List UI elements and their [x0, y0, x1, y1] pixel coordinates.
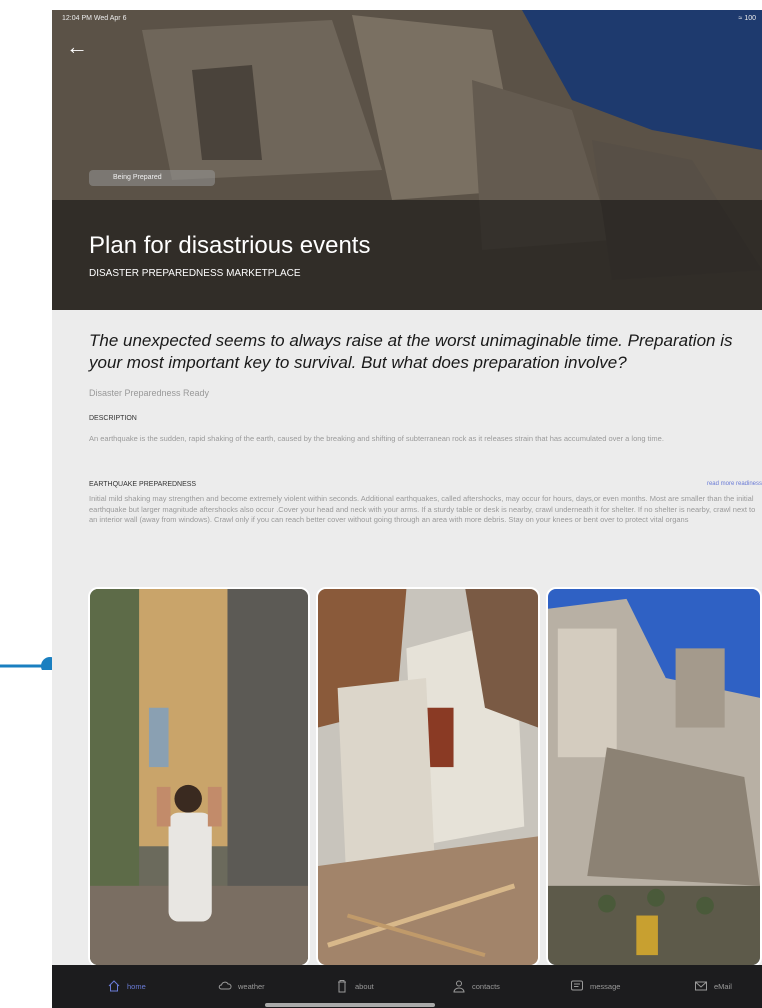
read-more-link[interactable]: read more readiness — [707, 481, 762, 487]
hero-rubble-photo — [52, 10, 762, 310]
photo-gallery — [52, 587, 762, 967]
photo-card-collapsed-building[interactable] — [316, 587, 540, 967]
page-subtitle: DISASTER PREPAREDNESS MARKETPLACE — [89, 268, 301, 279]
callout-connector — [0, 657, 59, 670]
arrow-left-icon: ← — [66, 34, 88, 59]
collapsed-building-photo — [318, 589, 538, 965]
trash-icon — [338, 980, 346, 993]
rescue-workers-photo — [548, 589, 760, 965]
hero-banner: 12:04 PM Wed Apr 6 ≈ 100 ← Being Prepare… — [52, 10, 762, 310]
earthquake-heading: EARTHQUAKE PREPAREDNESS — [89, 481, 197, 488]
person-icon — [453, 980, 465, 993]
tab-contacts[interactable]: contacts — [452, 979, 500, 993]
app-screen: 12:04 PM Wed Apr 6 ≈ 100 ← Being Prepare… — [52, 10, 762, 1008]
tab-about[interactable]: about — [335, 979, 374, 993]
status-time: 12:04 PM Wed Apr 6 — [62, 15, 127, 22]
tab-home[interactable]: home — [107, 979, 146, 993]
mail-icon — [695, 981, 707, 991]
home-indicator[interactable] — [265, 1003, 435, 1007]
person-in-rubble-photo — [90, 589, 308, 965]
tab-message[interactable]: message — [570, 979, 620, 993]
cloud-icon — [218, 981, 232, 990]
description-text: An earthquake is the sudden, rapid shaki… — [89, 434, 664, 443]
back-button[interactable]: ← — [66, 34, 92, 60]
page-title: Plan for disastrious events — [89, 232, 371, 259]
wifi-icon: ≈ — [738, 15, 743, 22]
tab-email[interactable]: eMail — [694, 979, 732, 993]
status-battery: ≈ 100 — [738, 15, 756, 22]
earthquake-text: Initial mild shaking may strengthen and … — [89, 494, 756, 524]
article-tagline: The unexpected seems to always raise at … — [89, 331, 733, 372]
photo-card-person[interactable] — [88, 587, 310, 967]
home-icon — [108, 980, 120, 992]
article-content: The unexpected seems to always raise at … — [52, 310, 762, 967]
tab-weather[interactable]: weather — [218, 979, 265, 993]
photo-card-rescue-workers[interactable] — [546, 587, 762, 967]
bottom-tab-bar: home weather about contacts message eMai… — [52, 965, 762, 1008]
category-badge: Being Prepared — [89, 170, 215, 186]
description-heading: DESCRIPTION — [89, 415, 137, 422]
article-source: Disaster Preparedness Ready — [89, 388, 210, 398]
status-bar: 12:04 PM Wed Apr 6 ≈ 100 — [52, 10, 762, 26]
message-icon — [571, 980, 583, 991]
